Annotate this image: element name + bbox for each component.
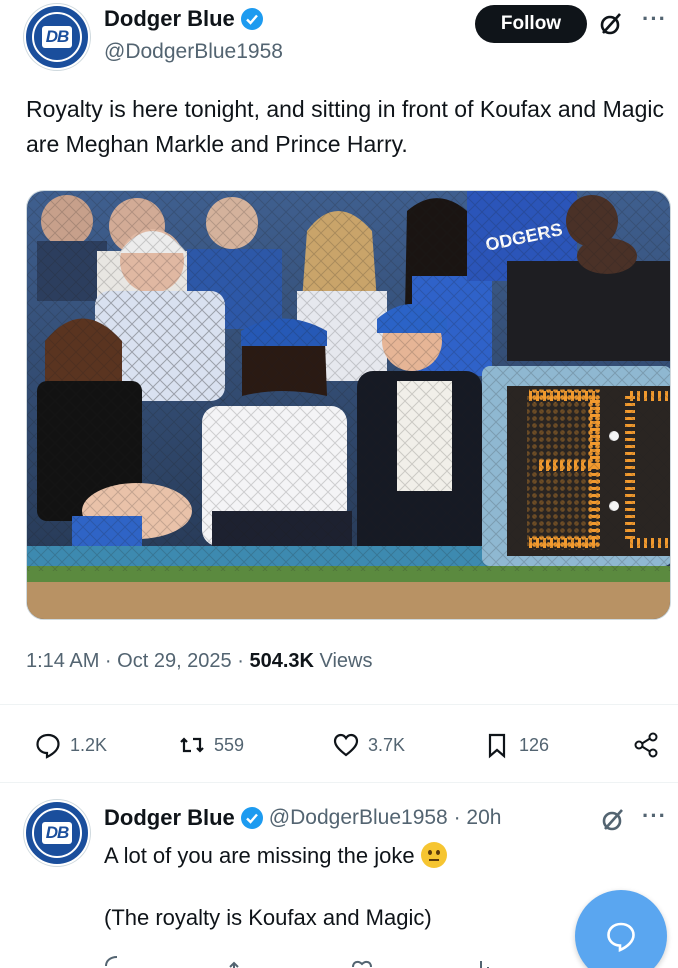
more-icon[interactable]: ···: [642, 803, 667, 829]
reply-text-line1: A lot of you are missing the joke: [104, 842, 447, 869]
repost-count: 559: [214, 734, 245, 755]
follow-button[interactable]: Follow: [475, 5, 587, 43]
reply-count: 1.2K: [70, 734, 108, 755]
like-icon: [333, 733, 359, 757]
bookmark-icon: [488, 733, 506, 759]
reply-actions-partial: [104, 955, 574, 968]
like-button[interactable]: 3.7K: [332, 725, 405, 765]
reply-icon: [36, 733, 60, 759]
like-icon[interactable]: [350, 955, 380, 968]
more-icon[interactable]: ···: [642, 6, 667, 32]
reply-text-line2: (The royalty is Koufax and Magic): [104, 905, 432, 930]
author-name-text: Dodger Blue: [104, 6, 235, 31]
views-count: 504.3K: [249, 650, 314, 672]
avatar[interactable]: DB: [24, 4, 90, 70]
like-count: 3.7K: [368, 734, 406, 755]
author-handle[interactable]: @DodgerBlue1958: [104, 40, 283, 64]
share-icon: [634, 732, 658, 758]
divider: [0, 704, 678, 705]
avatar-monogram: DB: [41, 822, 73, 844]
views-label: Views: [313, 650, 373, 672]
verified-badge-icon: [240, 807, 263, 829]
avatar-monogram: DB: [41, 26, 73, 48]
repost-icon: [180, 737, 204, 753]
reply-text: A lot of you are missing the joke: [104, 843, 415, 868]
tweet-actions: 1.2K 559 3.7K 126: [26, 725, 666, 765]
share-button[interactable]: [632, 725, 660, 765]
repost-button[interactable]: 559: [178, 725, 244, 765]
bookmark-button[interactable]: 126: [483, 725, 549, 765]
tweet-text: Royalty is here tonight, and sitting in …: [26, 96, 664, 157]
compose-icon: [607, 922, 635, 952]
reply-handle-time[interactable]: @DodgerBlue1958 · 20h: [269, 806, 502, 830]
divider: [0, 782, 678, 783]
tweet-photo[interactable]: ODGERS: [26, 190, 671, 620]
repost-icon[interactable]: [226, 955, 256, 968]
tweet-meta: 1:14 AM · Oct 29, 2025 · 504.3K Views: [26, 650, 373, 673]
reply-button[interactable]: 1.2K: [34, 725, 107, 765]
views-icon[interactable]: [476, 955, 506, 968]
author-name[interactable]: Dodger Blue: [104, 6, 263, 32]
bookmark-count: 126: [519, 734, 550, 755]
emoji-icon: [420, 842, 447, 868]
grok-icon[interactable]: [600, 807, 626, 833]
compose-button[interactable]: [575, 890, 667, 968]
verified-badge-icon: [240, 8, 263, 30]
reply-avatar[interactable]: DB: [24, 800, 90, 866]
stadium-photo: ODGERS: [27, 191, 670, 619]
tweet-timestamp[interactable]: 1:14 AM · Oct 29, 2025 ·: [26, 650, 249, 672]
reply-author-name-text: Dodger Blue: [104, 805, 235, 830]
reply-icon[interactable]: [104, 955, 130, 968]
grok-icon[interactable]: [598, 11, 624, 37]
reply-author-name[interactable]: Dodger Blue @DodgerBlue1958 · 20h: [104, 805, 501, 831]
